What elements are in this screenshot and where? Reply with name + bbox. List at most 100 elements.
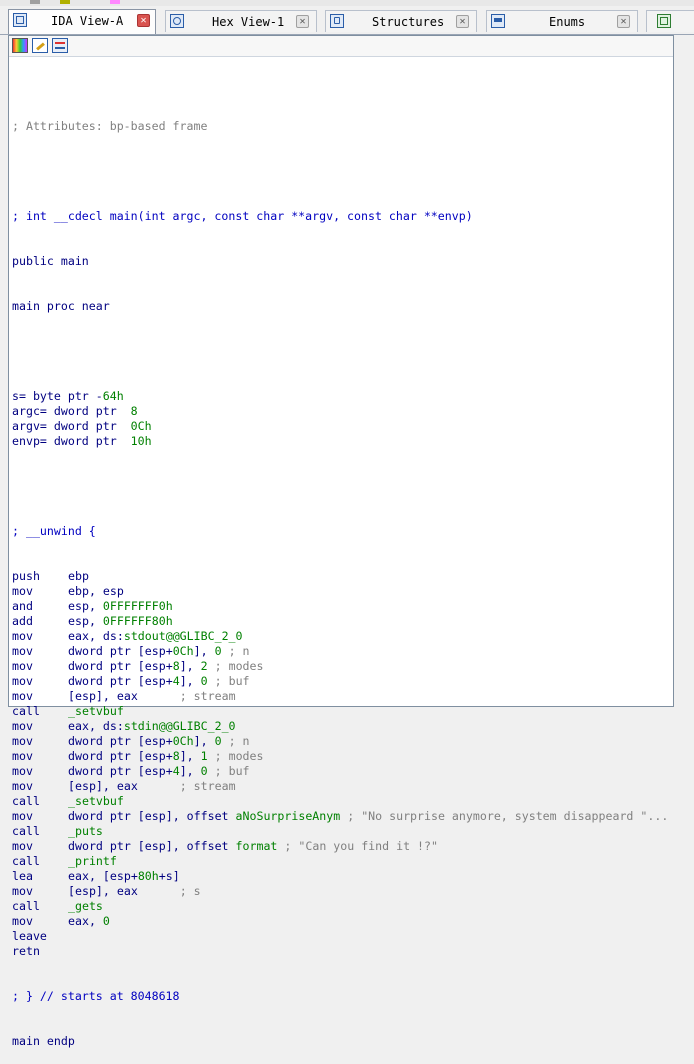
proc-end: main endp — [12, 1034, 75, 1048]
operands[interactable]: eax, [esp+80h+s] — [68, 869, 180, 883]
stack-var-name[interactable]: argv — [12, 419, 40, 433]
instruction-line[interactable]: mov eax, 0 — [12, 914, 674, 929]
operands[interactable]: dword ptr [esp+4], 0 — [68, 764, 208, 778]
instruction-line[interactable]: mov dword ptr [esp+4], 0 ; buf — [12, 674, 674, 689]
stack-var-line[interactable]: argv= dword ptr 0Ch — [12, 419, 674, 434]
operands[interactable]: [esp], eax — [68, 884, 173, 898]
instruction-line[interactable]: mov eax, ds:stdout@@GLIBC_2_0 — [12, 629, 674, 644]
operands[interactable]: dword ptr [esp+0Ch], 0 — [68, 644, 222, 658]
instruction-line[interactable]: mov dword ptr [esp+0Ch], 0 ; n — [12, 734, 674, 749]
operands[interactable]: _gets — [68, 899, 103, 913]
mnemonic[interactable]: mov — [12, 884, 68, 899]
mnemonic[interactable]: mov — [12, 749, 68, 764]
close-icon[interactable]: ✕ — [456, 15, 469, 28]
operands[interactable]: esp, 0FFFFFFF0h — [68, 599, 173, 613]
instruction-line[interactable]: leave — [12, 929, 674, 944]
mnemonic[interactable]: mov — [12, 689, 68, 704]
operands[interactable]: ebp — [68, 569, 89, 583]
edit-icon[interactable] — [32, 38, 48, 53]
operands[interactable]: dword ptr [esp+4], 0 — [68, 674, 208, 688]
instruction-line[interactable]: mov [esp], eax ; s — [12, 884, 674, 899]
mnemonic[interactable]: mov — [12, 629, 68, 644]
mnemonic[interactable]: push — [12, 569, 68, 584]
operands[interactable]: dword ptr [esp+8], 1 — [68, 749, 208, 763]
operands[interactable]: dword ptr [esp], offset aNoSurpriseAnym — [68, 809, 340, 823]
operands[interactable]: eax, 0 — [68, 914, 110, 928]
instruction-line[interactable]: mov [esp], eax ; stream — [12, 689, 674, 704]
instruction-line[interactable]: retn — [12, 944, 674, 959]
mnemonic[interactable]: lea — [12, 869, 68, 884]
close-icon[interactable]: ✕ — [296, 15, 309, 28]
operands[interactable]: [esp], eax — [68, 779, 173, 793]
tab-imports[interactable] — [646, 10, 694, 32]
operands[interactable]: _setvbuf — [68, 704, 124, 718]
tab-ida-view-a[interactable]: IDA View-A ✕ — [8, 9, 156, 34]
instruction-line[interactable]: push ebp — [12, 569, 674, 584]
instruction-line[interactable]: call _setvbuf — [12, 704, 674, 719]
mnemonic[interactable]: leave — [12, 929, 68, 944]
instruction-line[interactable]: lea eax, [esp+80h+s] — [12, 869, 674, 884]
mnemonic[interactable]: call — [12, 854, 68, 869]
disassembly-listing[interactable]: ; Attributes: bp-based frame ; int __cde… — [12, 89, 674, 1064]
stack-var-def: = byte ptr -64h — [18, 389, 124, 403]
instruction-line[interactable]: and esp, 0FFFFFFF0h — [12, 599, 674, 614]
stack-var-name[interactable]: envp — [12, 434, 40, 448]
instruction-line[interactable]: call _setvbuf — [12, 794, 674, 809]
mnemonic[interactable]: mov — [12, 719, 68, 734]
instruction-line[interactable]: add esp, 0FFFFFF80h — [12, 614, 674, 629]
instruction-line[interactable]: mov eax, ds:stdin@@GLIBC_2_0 — [12, 719, 674, 734]
mnemonic[interactable]: and — [12, 599, 68, 614]
mnemonic[interactable]: call — [12, 794, 68, 809]
stack-var-line[interactable]: argc= dword ptr 8 — [12, 404, 674, 419]
operands[interactable]: dword ptr [esp+0Ch], 0 — [68, 734, 222, 748]
navigator-icon[interactable] — [52, 38, 68, 53]
tab-structures[interactable]: Structures ✕ — [325, 10, 477, 32]
operands[interactable]: dword ptr [esp], offset format — [68, 839, 277, 853]
mnemonic[interactable]: call — [12, 824, 68, 839]
instruction-line[interactable]: mov dword ptr [esp+8], 1 ; modes — [12, 749, 674, 764]
mnemonic[interactable]: mov — [12, 659, 68, 674]
mnemonic[interactable]: retn — [12, 944, 68, 959]
instruction-line[interactable]: mov [esp], eax ; stream — [12, 779, 674, 794]
operands[interactable]: [esp], eax — [68, 689, 173, 703]
stack-var-name[interactable]: s — [12, 389, 19, 403]
mnemonic[interactable]: mov — [12, 914, 68, 929]
mnemonic[interactable]: mov — [12, 644, 68, 659]
mnemonic[interactable]: mov — [12, 779, 68, 794]
operands[interactable]: _printf — [68, 854, 117, 868]
tab-hex-view-1[interactable]: Hex View-1 ✕ — [165, 10, 317, 32]
stack-var-line[interactable]: s= byte ptr -64h — [12, 389, 674, 404]
tab-enums[interactable]: Enums ✕ — [486, 10, 638, 32]
operands[interactable]: _puts — [68, 824, 103, 838]
mnemonic[interactable]: mov — [12, 809, 68, 824]
mnemonic[interactable]: mov — [12, 584, 68, 599]
operands[interactable]: _setvbuf — [68, 794, 124, 808]
mnemonic[interactable]: mov — [12, 839, 68, 854]
mnemonic[interactable]: mov — [12, 764, 68, 779]
instruction-line[interactable]: call _printf — [12, 854, 674, 869]
operands[interactable]: eax, ds:stdin@@GLIBC_2_0 — [68, 719, 236, 733]
instruction-line[interactable]: call _puts — [12, 824, 674, 839]
instruction-line[interactable]: mov dword ptr [esp+0Ch], 0 ; n — [12, 644, 674, 659]
mnemonic[interactable]: call — [12, 704, 68, 719]
mnemonic[interactable]: mov — [12, 674, 68, 689]
operands[interactable]: ebp, esp — [68, 584, 124, 598]
instruction-line[interactable]: mov ebp, esp — [12, 584, 674, 599]
operands[interactable]: eax, ds:stdout@@GLIBC_2_0 — [68, 629, 243, 643]
instruction-line[interactable]: mov dword ptr [esp+4], 0 ; buf — [12, 764, 674, 779]
operands[interactable]: esp, 0FFFFFF80h — [68, 614, 173, 628]
instruction-line[interactable]: mov dword ptr [esp], offset format ; "Can … — [12, 839, 674, 854]
instruction-line[interactable]: mov dword ptr [esp+8], 2 ; modes — [12, 659, 674, 674]
ida-view-icon — [13, 13, 27, 27]
graph-overview-icon[interactable] — [12, 38, 28, 53]
operands[interactable]: dword ptr [esp+8], 2 — [68, 659, 208, 673]
mnemonic[interactable]: call — [12, 899, 68, 914]
close-icon[interactable]: ✕ — [617, 15, 630, 28]
stack-var-name[interactable]: argc — [12, 404, 40, 418]
instruction-line[interactable]: mov dword ptr [esp], offset aNoSurpriseAn… — [12, 809, 674, 824]
close-icon[interactable]: ✕ — [137, 14, 150, 27]
mnemonic[interactable]: add — [12, 614, 68, 629]
stack-var-line[interactable]: envp= dword ptr 10h — [12, 434, 674, 449]
instruction-line[interactable]: call _gets — [12, 899, 674, 914]
mnemonic[interactable]: mov — [12, 734, 68, 749]
